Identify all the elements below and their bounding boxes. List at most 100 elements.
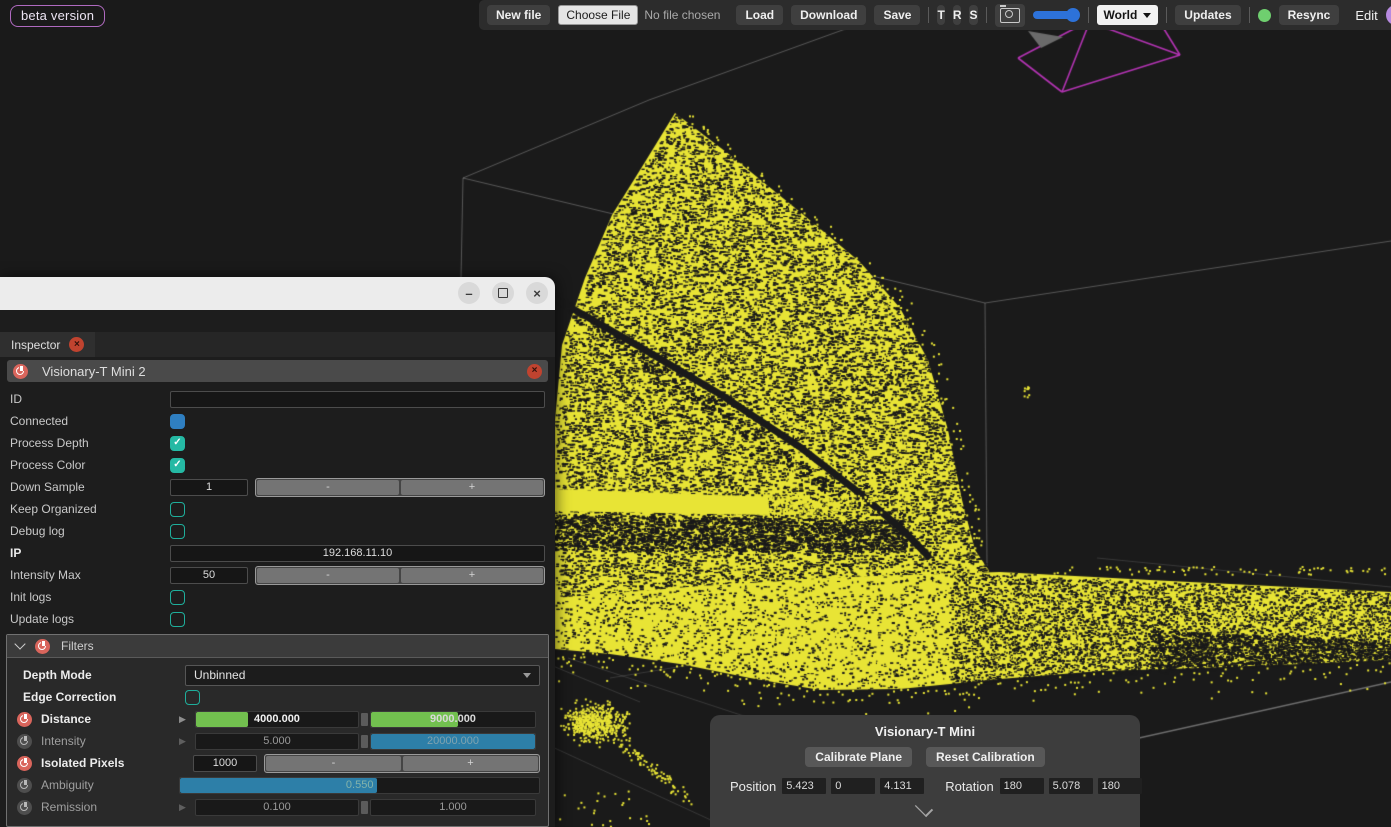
- decrement-button[interactable]: -: [257, 480, 399, 495]
- field-row-ip: IP: [10, 542, 545, 564]
- intensity-max-input[interactable]: [170, 567, 248, 584]
- calibrate-plane-button[interactable]: Calibrate Plane: [805, 747, 912, 767]
- remove-device-icon[interactable]: ×: [527, 364, 542, 379]
- range-handle[interactable]: [361, 713, 368, 726]
- isolated-pixels-power-icon[interactable]: [17, 756, 32, 771]
- tab-strip: Inspector ×: [0, 332, 555, 357]
- process-depth-checkbox[interactable]: ✓: [170, 436, 185, 451]
- isolated-pixels-input[interactable]: [193, 755, 257, 772]
- reset-calibration-button[interactable]: Reset Calibration: [926, 747, 1045, 767]
- increment-button[interactable]: +: [403, 756, 538, 771]
- collapse-panel-chevron-icon[interactable]: [916, 797, 934, 815]
- rotate-tool-button[interactable]: R: [953, 5, 962, 25]
- filters-power-icon[interactable]: [35, 639, 50, 654]
- process-color-checkbox[interactable]: ✓: [170, 458, 185, 473]
- edge-correction-checkbox[interactable]: [185, 690, 200, 705]
- decrement-button[interactable]: -: [266, 756, 401, 771]
- depth-mode-select[interactable]: Unbinned: [185, 665, 540, 686]
- remission-max-slider[interactable]: 1.000: [370, 799, 536, 816]
- ip-input[interactable]: [170, 545, 545, 562]
- intensity-power-icon[interactable]: [17, 734, 32, 749]
- rotation-x-input[interactable]: [1000, 778, 1044, 794]
- position-x-input[interactable]: [782, 778, 826, 794]
- decrement-button[interactable]: -: [257, 568, 399, 583]
- edit-perform-toggle[interactable]: [1386, 5, 1391, 25]
- position-z-input[interactable]: [880, 778, 924, 794]
- field-row-id: ID: [10, 388, 545, 410]
- down-sample-label: Down Sample: [10, 480, 170, 494]
- distance-power-icon[interactable]: [17, 712, 32, 727]
- increment-button[interactable]: +: [401, 568, 543, 583]
- ambiguity-slider[interactable]: 0.550: [179, 777, 540, 794]
- chevron-down-icon[interactable]: [14, 638, 25, 649]
- filter-row-remission: Remission ▶ 0.100 1.000: [17, 796, 540, 818]
- increment-button[interactable]: +: [401, 480, 543, 495]
- updates-button[interactable]: Updates: [1175, 5, 1240, 25]
- distance-min-slider[interactable]: 4000.000: [195, 711, 359, 728]
- chevron-down-icon: [1143, 13, 1151, 18]
- filter-row-intensity: Intensity ▶ 5.000 20000.000: [17, 730, 540, 752]
- process-depth-label: Process Depth: [10, 436, 170, 450]
- ambiguity-value: 0.550: [180, 778, 377, 793]
- expand-triangle-icon[interactable]: ▶: [179, 802, 195, 813]
- isolated-pixels-stepper[interactable]: - +: [264, 754, 540, 773]
- connected-checkbox[interactable]: [170, 414, 185, 429]
- inspector-rows: ID Connected Process Depth ✓ Process Col…: [0, 382, 555, 630]
- download-button[interactable]: Download: [791, 5, 866, 25]
- expand-triangle-icon[interactable]: ▶: [179, 714, 195, 725]
- inspector-window: – × Inspector × Visionary-T Mini 2 × ID …: [0, 277, 555, 827]
- remission-power-icon[interactable]: [17, 800, 32, 815]
- debug-log-checkbox[interactable]: [170, 524, 185, 539]
- intensity-min-slider[interactable]: 5.000: [195, 733, 359, 750]
- slider-knob[interactable]: [1066, 8, 1080, 22]
- check-icon: ✓: [173, 460, 181, 470]
- minimize-button[interactable]: –: [458, 282, 480, 304]
- intensity-max-label: Intensity Max: [10, 568, 170, 582]
- load-button[interactable]: Load: [736, 5, 783, 25]
- save-button[interactable]: Save: [874, 5, 920, 25]
- power-icon[interactable]: [13, 364, 28, 379]
- range-handle[interactable]: [361, 735, 368, 748]
- ambiguity-power-icon[interactable]: [17, 778, 32, 793]
- init-logs-checkbox[interactable]: [170, 590, 185, 605]
- init-logs-label: Init logs: [10, 590, 170, 604]
- calibration-panel-title: Visionary-T Mini: [710, 724, 1140, 739]
- distance-max-slider[interactable]: 9000.000: [370, 711, 536, 728]
- screenshot-button[interactable]: [995, 4, 1025, 27]
- maximize-button[interactable]: [492, 282, 514, 304]
- toolbar-divider: [1088, 7, 1089, 23]
- range-handle[interactable]: [361, 801, 368, 814]
- position-y-input[interactable]: [831, 778, 875, 794]
- field-row-update-logs: Update logs: [10, 608, 545, 630]
- point-size-slider[interactable]: [1033, 8, 1080, 22]
- expand-triangle-icon[interactable]: ▶: [179, 736, 195, 747]
- edit-label: Edit: [1355, 8, 1377, 23]
- remission-min-slider[interactable]: 0.100: [195, 799, 359, 816]
- rotation-z-input[interactable]: [1098, 778, 1142, 794]
- tab-label: Inspector: [11, 338, 60, 352]
- close-tab-icon[interactable]: ×: [69, 337, 84, 352]
- window-titlebar[interactable]: – ×: [0, 277, 555, 310]
- device-header[interactable]: Visionary-T Mini 2 ×: [7, 360, 548, 382]
- intensity-max-slider[interactable]: 20000.000: [370, 733, 536, 750]
- intensity-max-stepper[interactable]: - +: [255, 566, 545, 585]
- tab-inspector[interactable]: Inspector ×: [0, 332, 95, 357]
- connected-label: Connected: [10, 414, 170, 428]
- debug-log-label: Debug log: [10, 524, 170, 538]
- down-sample-stepper[interactable]: - +: [255, 478, 545, 497]
- choose-file-button[interactable]: Choose File: [558, 5, 638, 25]
- id-input[interactable]: [170, 391, 545, 408]
- filters-header[interactable]: Filters: [7, 635, 548, 658]
- translate-tool-button[interactable]: T: [937, 5, 944, 25]
- new-file-button[interactable]: New file: [487, 5, 550, 25]
- scale-tool-button[interactable]: S: [969, 5, 977, 25]
- rotation-y-input[interactable]: [1049, 778, 1093, 794]
- close-window-button[interactable]: ×: [526, 282, 548, 304]
- down-sample-input[interactable]: [170, 479, 248, 496]
- keep-organized-checkbox[interactable]: [170, 502, 185, 517]
- filters-rows: Depth Mode Unbinned Edge Correction Dist…: [7, 658, 548, 826]
- filter-row-edge-correction: Edge Correction: [17, 686, 540, 708]
- resync-button[interactable]: Resync: [1279, 5, 1340, 25]
- world-space-select[interactable]: World: [1097, 5, 1159, 25]
- update-logs-checkbox[interactable]: [170, 612, 185, 627]
